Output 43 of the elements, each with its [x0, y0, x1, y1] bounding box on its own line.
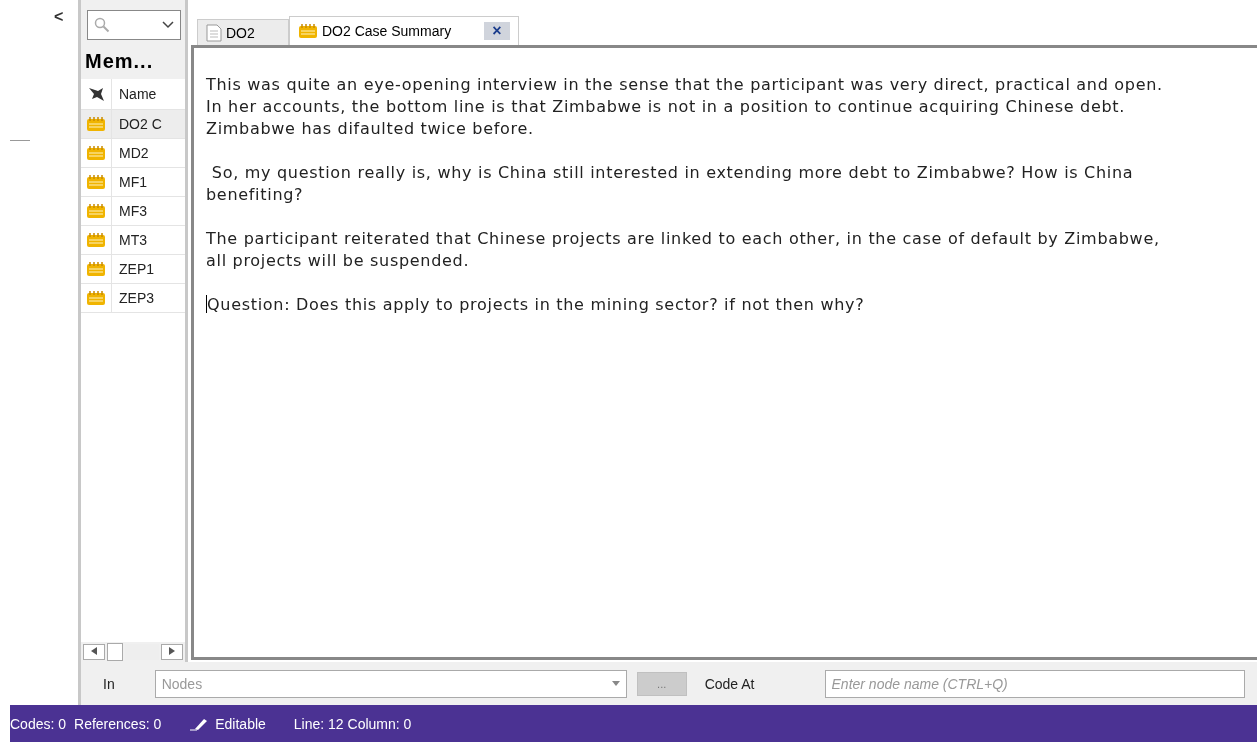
- memo-row[interactable]: ZEP3: [81, 284, 185, 313]
- memo-row[interactable]: MT3: [81, 226, 185, 255]
- memo-icon: [86, 232, 106, 248]
- memo-row[interactable]: MF1: [81, 168, 185, 197]
- scroll-thumb[interactable]: [107, 643, 123, 661]
- memo-icon: [86, 145, 106, 161]
- memo-icon: [86, 203, 106, 219]
- panel-title: Mem...: [84, 49, 155, 74]
- memo-icon: [86, 174, 106, 190]
- paragraph: This was quite an eye-opening interview in the sense that the participant was very direct, practical and open. In her accounts, the bottom line is that Zimbabwe is not in a position to continue acquiring Chinese debt. Zimbabwe has difaulted twice before.: [206, 74, 1164, 140]
- dropdown-arrow-icon: [611, 681, 620, 686]
- code-at-label: Code At: [704, 675, 755, 692]
- codes-count: Codes: 0: [10, 715, 67, 732]
- paragraph: The participant reiterated that Chinese projects are linked to each other, in the case of default by Zimbabwe, all projects will be suspended.: [206, 228, 1161, 272]
- memo-row[interactable]: MD2: [81, 139, 185, 168]
- arrow-left-icon: [91, 647, 97, 655]
- memo-row[interactable]: ZEP1: [81, 255, 185, 284]
- memo-row[interactable]: MF3: [81, 197, 185, 226]
- paragraph: So, my question really is, why is China still interested in extending more debt to Zimbabwe? How is China benefiting?: [206, 162, 1135, 206]
- pencil-icon: [189, 716, 210, 731]
- scroll-right-button[interactable]: [161, 644, 183, 660]
- chevron-down-icon[interactable]: [162, 21, 174, 29]
- memo-row[interactable]: DO2 C: [81, 110, 185, 139]
- memo-icon: [298, 23, 318, 39]
- collapse-button[interactable]: <: [54, 8, 64, 26]
- edit-mode: Editable: [215, 715, 266, 732]
- memo-icon: [86, 290, 106, 306]
- in-label: In: [103, 675, 115, 692]
- memo-icon: [86, 261, 106, 277]
- close-button[interactable]: ×: [484, 22, 510, 40]
- references-count: References: 0: [74, 715, 162, 732]
- column-header[interactable]: Name: [112, 86, 157, 102]
- cursor-position: Line: 12 Column: 0: [293, 715, 412, 732]
- scroll-left-button[interactable]: [83, 644, 105, 660]
- memo-icon: [86, 116, 106, 132]
- tab[interactable]: DO2: [197, 19, 289, 45]
- pin-icon: [87, 85, 105, 103]
- search-icon: [94, 17, 110, 33]
- paragraph: Question: Does this apply to projects in the mining sector? if not then why?: [206, 294, 866, 316]
- search-field[interactable]: [87, 10, 181, 40]
- document-icon: [206, 23, 222, 42]
- tab[interactable]: DO2 Case Summary ×: [289, 16, 519, 45]
- arrow-right-icon: [169, 647, 175, 655]
